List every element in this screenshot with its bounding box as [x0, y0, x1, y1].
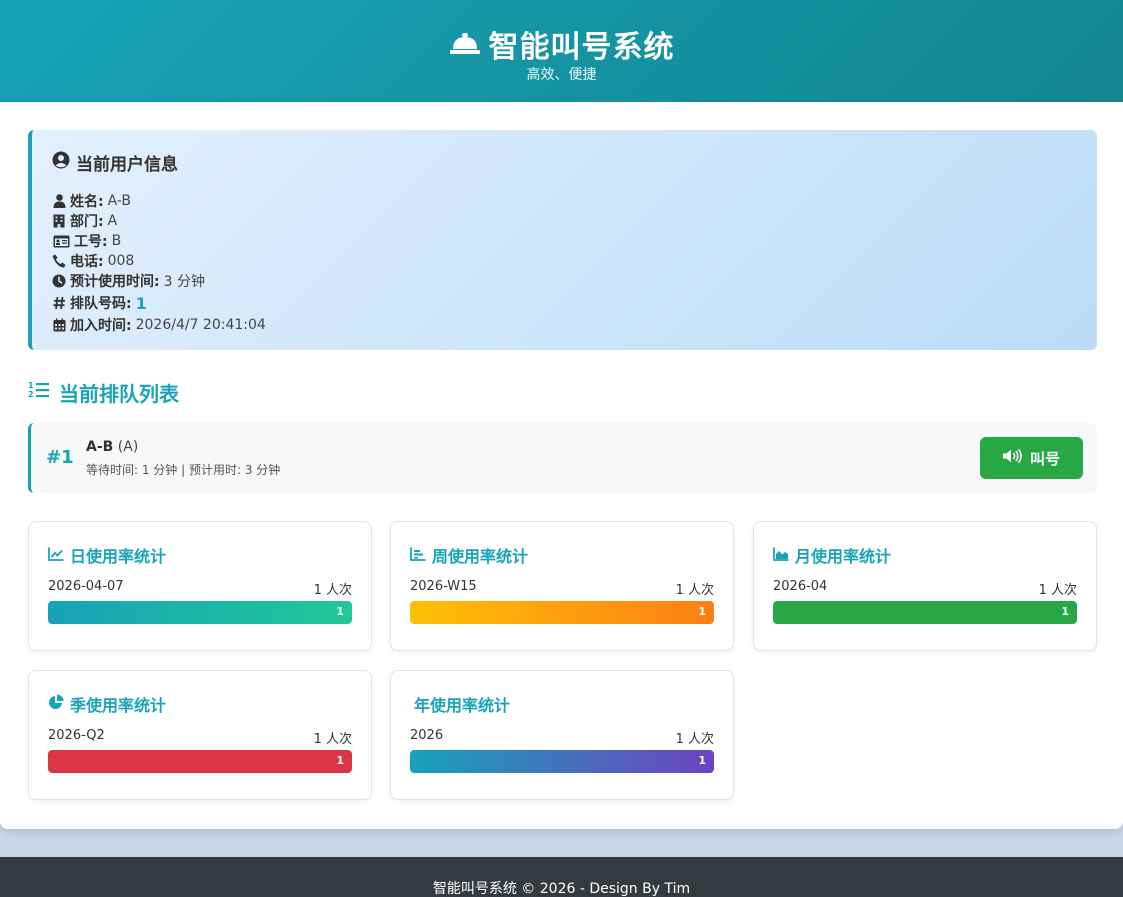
- stat-title: 季使用率统计: [48, 692, 166, 716]
- stat-bar-value: 1: [336, 754, 344, 767]
- stat-title: 日使用率统计: [48, 543, 166, 567]
- hash-icon: [52, 296, 66, 310]
- stat-card-daily: 日使用率统计 2026-04-07 1 人次 1: [28, 521, 372, 651]
- info-row-name: 姓名: A-B: [52, 191, 1097, 211]
- stat-count: 1 人次: [1038, 583, 1077, 598]
- footer-text: 智能叫号系统 © 2026 - Design By Tim: [432, 881, 691, 897]
- info-label: 工号:: [74, 234, 108, 250]
- line-chart-icon: [48, 546, 64, 565]
- stat-bar-fill: 1: [773, 601, 1077, 624]
- info-row-join-time: 加入时间: 2026/4/7 20:41:04: [52, 315, 1097, 335]
- info-row-phone: 电话: 008: [52, 251, 1097, 271]
- info-row-dept: 部门: A: [52, 211, 1097, 231]
- stat-card-yearly: 年使用率统计 2026 1 人次 1: [390, 670, 734, 800]
- call-button[interactable]: 叫号: [980, 437, 1083, 479]
- info-value: 2026/4/7 20:41:04: [135, 317, 266, 333]
- phone-icon: [52, 254, 66, 268]
- stat-bar-value: 1: [698, 605, 706, 618]
- stat-title-text: 月使用率统计: [795, 547, 892, 566]
- stat-count: 1 人次: [313, 732, 352, 747]
- user-info-card: 当前用户信息 姓名: A-B 部门: A 工号: B 电话: 008 预计使用时…: [28, 130, 1097, 350]
- stat-bar-value: 1: [336, 605, 344, 618]
- stat-bar: 1: [773, 601, 1077, 624]
- calendar-icon: [52, 318, 66, 332]
- info-value: A: [107, 213, 118, 229]
- volume-icon: [1002, 448, 1023, 467]
- app-subtitle: 高效、便捷: [526, 67, 597, 83]
- stat-title-text: 日使用率统计: [70, 547, 167, 566]
- ordered-list-icon: 1 2: [28, 380, 49, 405]
- info-row-queue-number: 排队号码: 1: [52, 291, 1097, 315]
- stat-bar-fill: 1: [48, 750, 352, 773]
- stat-count: 1 人次: [313, 583, 352, 598]
- stat-bar: 1: [410, 750, 714, 773]
- stat-count: 1 人次: [675, 583, 714, 598]
- info-row-employee-id: 工号: B: [52, 231, 1097, 251]
- stat-title-text: 季使用率统计: [70, 696, 167, 715]
- info-label: 排队号码:: [70, 296, 132, 312]
- info-value: 3 分钟: [163, 274, 205, 290]
- stat-title-text: 年使用率统计: [414, 696, 511, 715]
- stat-card-quarterly: 季使用率统计 2026-Q2 1 人次 1: [28, 670, 372, 800]
- area-chart-icon: [773, 546, 789, 565]
- stat-bar-fill: 1: [410, 601, 714, 624]
- queue-item-number: #1: [46, 447, 74, 468]
- queue-item-name: A-B (A): [86, 439, 138, 455]
- building-icon: [52, 214, 66, 228]
- app-title: 智能叫号系统: [488, 30, 675, 65]
- queue-number-value: 1: [135, 293, 147, 313]
- info-label: 预计使用时间:: [70, 274, 160, 290]
- stat-card-monthly: 月使用率统计 2026-04 1 人次 1: [753, 521, 1097, 651]
- svg-text:1: 1: [28, 381, 34, 390]
- stat-count: 1 人次: [675, 732, 714, 747]
- clock-icon: [52, 274, 66, 288]
- info-label: 部门:: [70, 214, 104, 230]
- stat-title: 年使用率统计: [414, 692, 510, 716]
- svg-text:2: 2: [28, 390, 34, 399]
- stat-period: 2026-04-07: [48, 579, 124, 594]
- info-value: A-B: [107, 193, 132, 209]
- stat-bar: 1: [48, 601, 352, 624]
- stat-bar-fill: 1: [410, 750, 714, 773]
- page-footer: 智能叫号系统 © 2026 - Design By Tim: [0, 857, 1123, 897]
- info-label: 电话:: [70, 254, 104, 270]
- stat-period: 2026-Q2: [48, 728, 105, 743]
- queue-item-meta: 等待时间: 1 分钟 | 预计用时: 3 分钟: [86, 463, 281, 477]
- stat-bar-value: 1: [698, 754, 706, 767]
- header-title-row: 智能叫号系统: [0, 22, 1123, 66]
- pie-chart-icon: [48, 694, 64, 714]
- app-header: 智能叫号系统 高效、便捷: [0, 0, 1123, 102]
- stat-period: 2026: [410, 728, 444, 743]
- bell-icon: [449, 29, 481, 59]
- stat-bar-value: 1: [1061, 605, 1069, 618]
- queue-item: #1 A-B (A) 等待时间: 1 分钟 | 预计用时: 3 分钟 叫号: [28, 423, 1097, 493]
- id-card-icon: [52, 234, 70, 248]
- stat-bar: 1: [410, 601, 714, 624]
- info-value: B: [111, 233, 122, 249]
- queue-title: 当前排队列表: [59, 382, 179, 406]
- stat-title: 月使用率统计: [773, 543, 891, 567]
- stat-bar: 1: [48, 750, 352, 773]
- stat-period: 2026-W15: [410, 579, 477, 594]
- main-panel: 当前用户信息 姓名: A-B 部门: A 工号: B 电话: 008 预计使用时…: [0, 102, 1123, 829]
- user-circle-icon: [52, 151, 70, 174]
- info-label: 姓名:: [70, 194, 104, 210]
- stat-title-text: 周使用率统计: [432, 547, 529, 566]
- call-button-label: 叫号: [1029, 449, 1060, 468]
- info-label: 加入时间:: [70, 318, 132, 334]
- stat-bar-fill: 1: [48, 601, 352, 624]
- stat-card-weekly: 周使用率统计 2026-W15 1 人次 1: [390, 521, 734, 651]
- user-info-title: 当前用户信息: [76, 155, 178, 175]
- bar-chart-icon: [410, 546, 426, 565]
- queue-section-title: 1 2 当前排队列表: [28, 378, 179, 407]
- info-value: 008: [107, 253, 135, 269]
- stat-title: 周使用率统计: [410, 543, 528, 567]
- user-info-heading: 当前用户信息: [52, 150, 1097, 175]
- queue-item-dept: (A): [117, 439, 139, 455]
- stat-period: 2026-04: [773, 579, 828, 594]
- queue-item-person: A-B: [86, 439, 114, 455]
- info-row-estimate: 预计使用时间: 3 分钟: [52, 271, 1097, 291]
- user-icon: [52, 194, 66, 208]
